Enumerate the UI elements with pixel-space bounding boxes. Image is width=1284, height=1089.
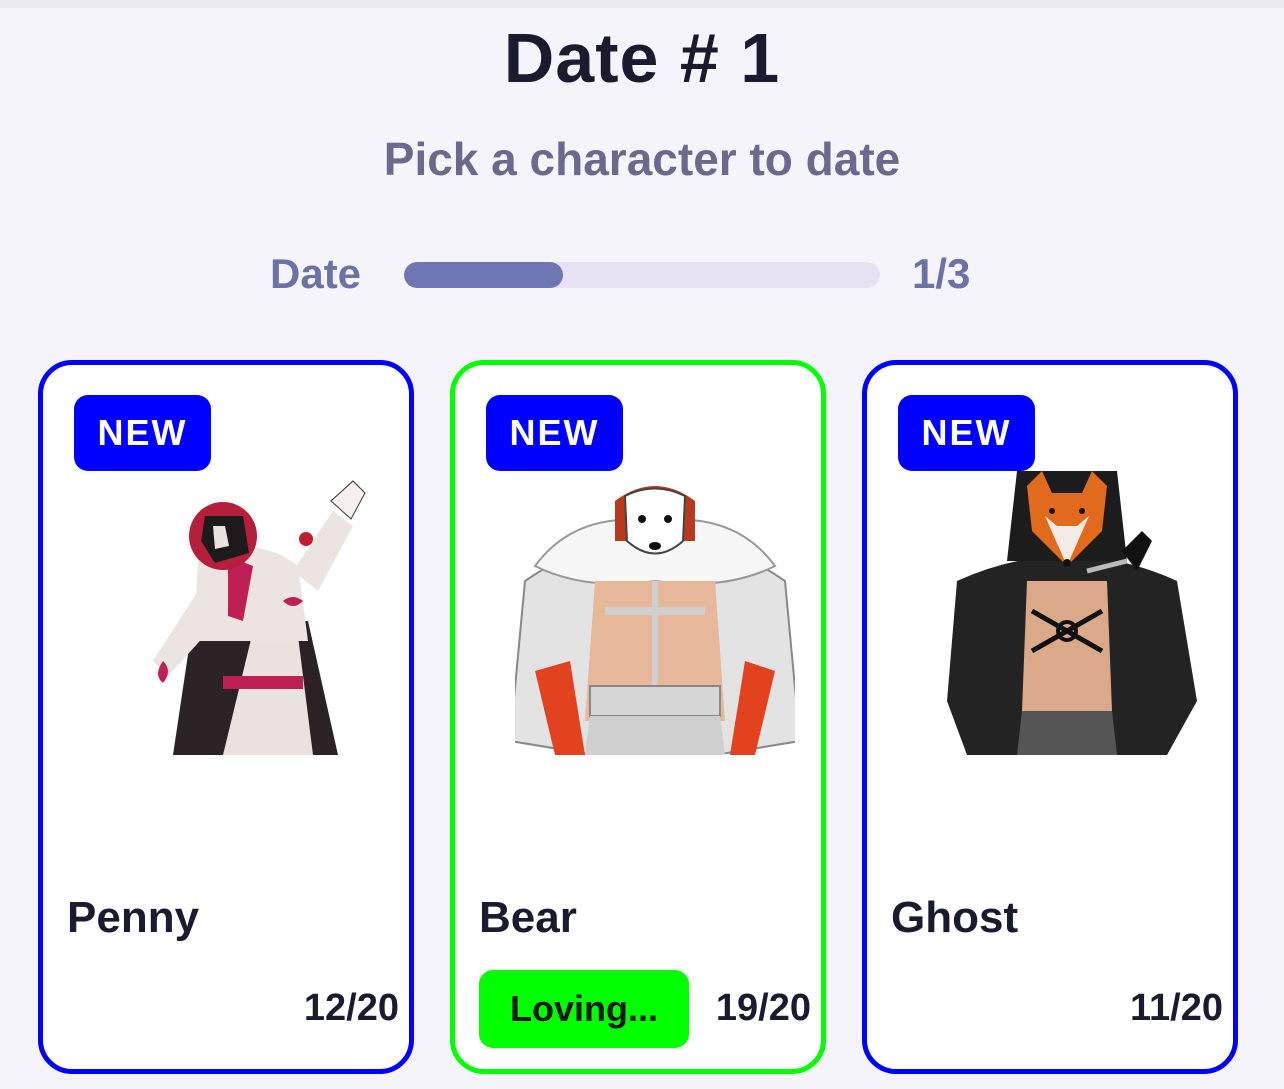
fox-mask-portrait bbox=[947, 471, 1197, 755]
new-badge: NEW bbox=[898, 395, 1035, 471]
progress-count: 1/3 bbox=[912, 250, 971, 297]
character-name: Penny bbox=[67, 893, 200, 942]
masked-character-portrait bbox=[153, 480, 366, 755]
top-strip bbox=[0, 0, 1284, 8]
new-badge: NEW bbox=[74, 395, 211, 471]
polar-bear-mask-portrait bbox=[515, 486, 795, 755]
affection-score: 12/20 bbox=[303, 987, 399, 1029]
status-badge: Loving... bbox=[479, 970, 689, 1048]
character-card-penny[interactable]: NEW Penny 12/20 bbox=[38, 360, 414, 1074]
progress-label: Date bbox=[270, 250, 362, 297]
affection-score: 19/20 bbox=[715, 987, 811, 1029]
page-title: Date # 1 bbox=[503, 19, 781, 97]
progress-bar-fill bbox=[404, 262, 563, 288]
character-name: Bear bbox=[479, 893, 577, 942]
new-badge: NEW bbox=[486, 395, 623, 471]
character-card-bear[interactable]: NEW Bear Loving... 19/20 bbox=[450, 360, 826, 1074]
page-subtitle: Pick a character to date bbox=[383, 133, 901, 185]
progress-bar bbox=[404, 262, 880, 288]
character-card-ghost[interactable]: NEW Ghost 11/20 bbox=[862, 360, 1238, 1074]
affection-score: 11/20 bbox=[1130, 987, 1223, 1029]
character-name: Ghost bbox=[891, 893, 1019, 942]
